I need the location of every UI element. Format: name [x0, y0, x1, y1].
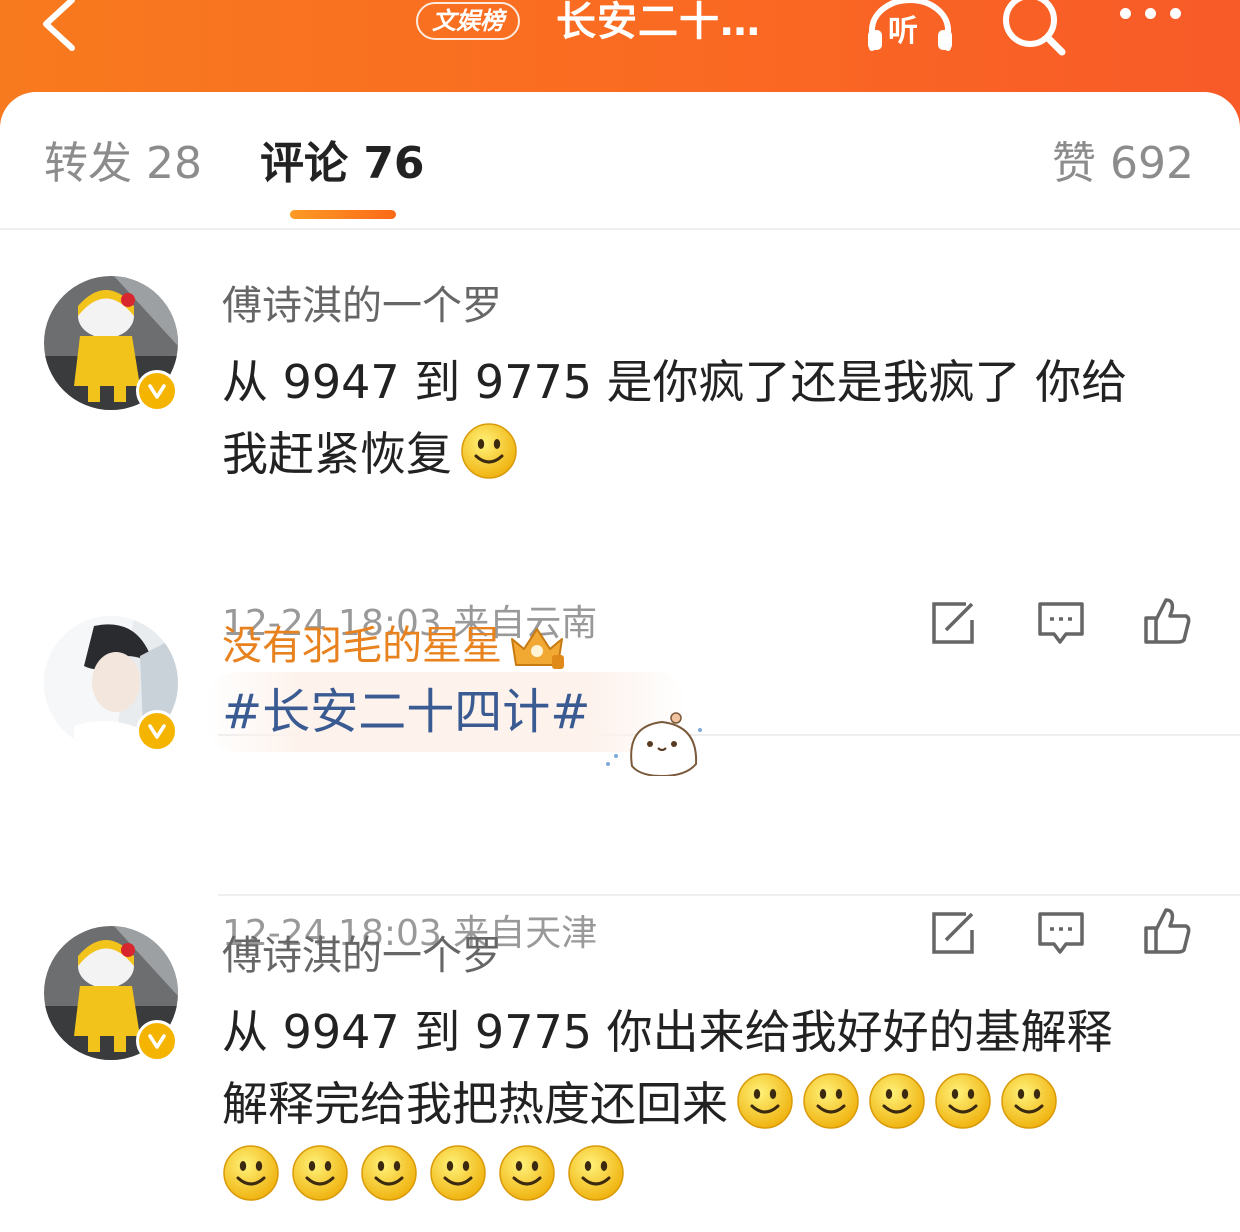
smile-emoji-icon [1001, 1073, 1057, 1129]
crown-badge-icon [511, 628, 564, 669]
comment-item: 没有羽毛的星星 #长安二十四计# 12-24 18:03 来自天津 [0, 584, 1240, 954]
verified-badge-icon [136, 710, 178, 752]
comment-text-line-with-emoji: 我赶紧恢复 [222, 418, 1202, 490]
tab-bar: 转发 28 评论 76 赞 692 [0, 92, 1240, 230]
smile-emoji-icon [935, 1073, 991, 1129]
listen-button[interactable]: 听 [864, 0, 956, 52]
hot-list-badge[interactable]: 文娱榜 [416, 2, 520, 40]
bun-sticker-icon [606, 712, 702, 776]
comment-item: 傅诗淇的一个罗 从 9947 到 9775 是你疯了还是我疯了 你给 我赶紧恢复… [0, 242, 1240, 736]
comment-text-line-with-emoji: 解释完给我把热度还回来 [222, 1068, 1202, 1140]
active-tab-indicator [290, 210, 396, 219]
tab-comment[interactable]: 评论 76 [260, 134, 425, 194]
smile-emoji-icon [361, 1145, 417, 1201]
smile-emoji-icon [803, 1073, 859, 1129]
comment-username-label: 没有羽毛的星星 [222, 623, 502, 669]
smile-emoji-icon [568, 1145, 624, 1201]
back-button[interactable] [30, 0, 90, 60]
tab-like[interactable]: 赞 692 [1052, 134, 1194, 194]
chevron-left-icon [43, 0, 75, 51]
comment-item: 傅诗淇的一个罗 从 9947 到 9775 你出来给我好好的基解释 解释完给我把… [0, 894, 1240, 1232]
page-title[interactable]: 长安二十… [556, 0, 761, 44]
hashtag-link[interactable]: #长安二十四计# [222, 676, 590, 748]
emoji-row [222, 1140, 1202, 1212]
tab-repost[interactable]: 转发 28 [44, 134, 202, 194]
emoji-group [728, 1073, 1058, 1131]
search-button[interactable] [998, 0, 1070, 56]
smile-emoji-icon [430, 1145, 486, 1201]
comment-username[interactable]: 没有羽毛的星星 [222, 618, 566, 674]
verified-badge-icon [136, 1020, 178, 1062]
comments-card: 转发 28 评论 76 赞 692 傅诗淇的一个罗 从 9947 到 9775 [0, 92, 1240, 1232]
smile-emoji-icon [737, 1073, 793, 1129]
smile-emoji-icon [223, 1145, 279, 1201]
listen-label: 听 [888, 14, 918, 49]
comment-text: 从 9947 到 9775 是你疯了还是我疯了 你给 我赶紧恢复 [222, 346, 1202, 490]
comment-text-line: 我赶紧恢复 [222, 427, 452, 481]
smile-emoji-icon [499, 1145, 555, 1201]
comment-text-line: 从 9947 到 9775 是你疯了还是我疯了 你给 [222, 355, 1128, 409]
verified-badge-icon [136, 370, 178, 412]
comment-text-line: 从 9947 到 9775 你出来给我好好的基解释 [222, 1005, 1113, 1059]
more-button[interactable] [1120, 4, 1200, 34]
comment-username[interactable]: 傅诗淇的一个罗 [222, 278, 502, 334]
hot-list-badge-label: 文娱榜 [432, 7, 504, 35]
search-icon [1003, 0, 1066, 56]
smile-emoji-icon [869, 1073, 925, 1129]
comment-text: 从 9947 到 9775 你出来给我好好的基解释 解释完给我把热度还回来 [222, 996, 1202, 1212]
smile-emoji-icon [461, 423, 517, 479]
comment-text-line: 解释完给我把热度还回来 [222, 1077, 728, 1131]
smile-emoji-icon [292, 1145, 348, 1201]
comment-username[interactable]: 傅诗淇的一个罗 [222, 928, 502, 984]
more-dots-icon [1120, 8, 1131, 19]
